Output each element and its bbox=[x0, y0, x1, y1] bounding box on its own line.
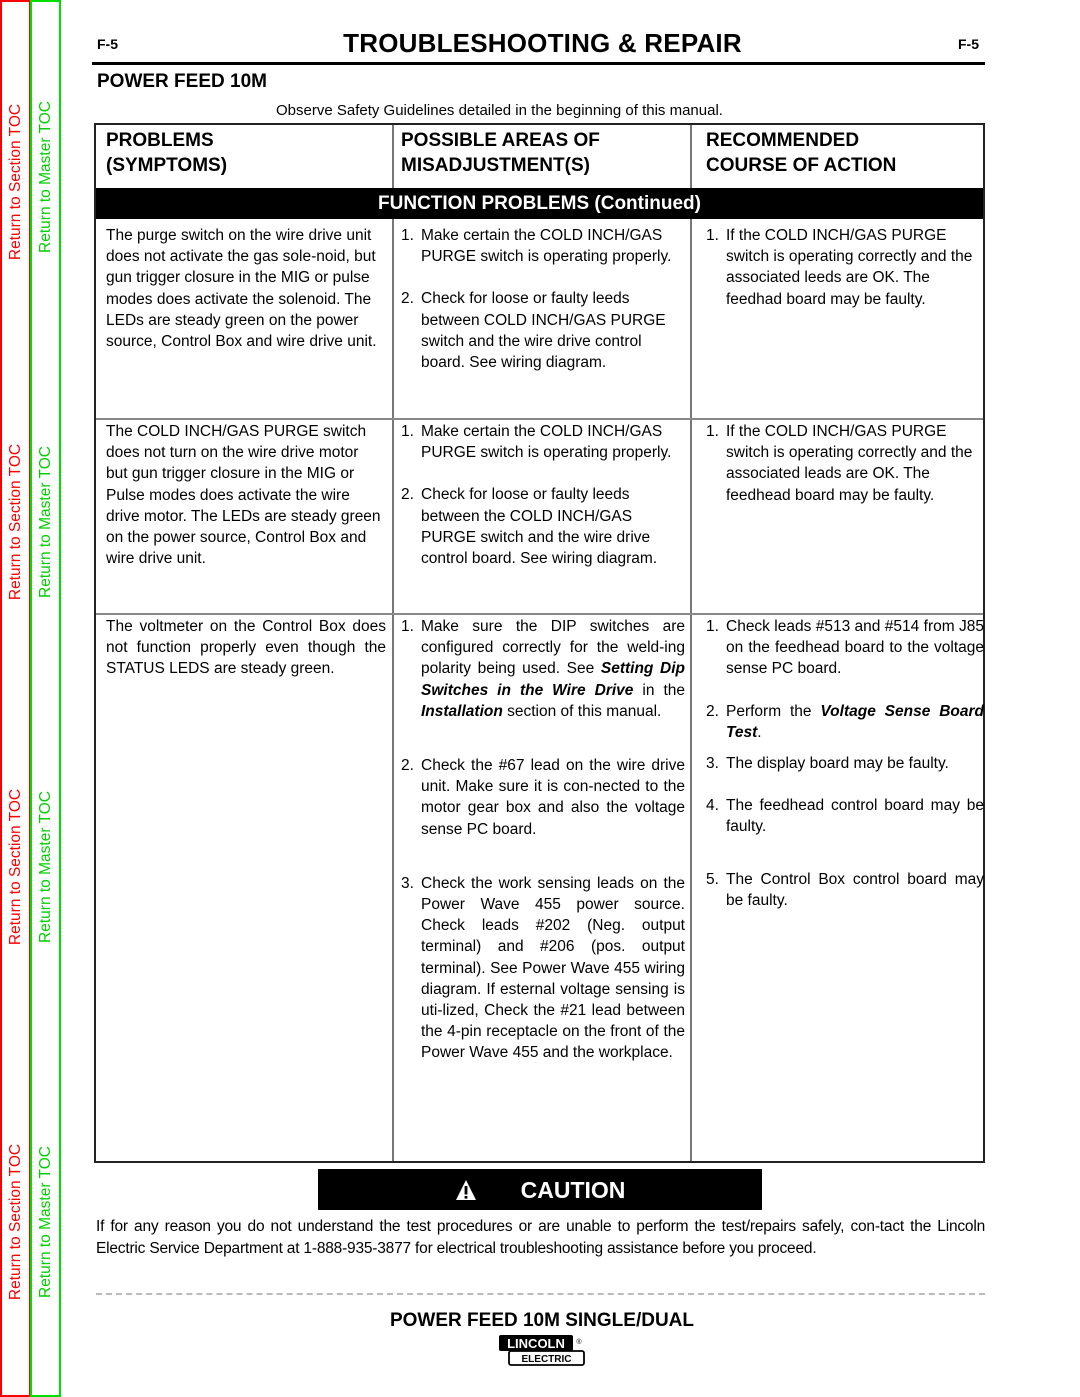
list-item: 1. Check leads #513 and #514 from J85 on … bbox=[706, 618, 984, 678]
lincoln-electric-logo: LINCOLN ® ELECTRIC bbox=[499, 1335, 585, 1366]
causes-cell: 1. Make sure the DIP switches are config… bbox=[401, 616, 685, 1064]
return-to-master-toc-link[interactable]: Return to Master TOC bbox=[37, 446, 55, 598]
actions-cell: 1. Check leads #513 and #514 from J85 on … bbox=[706, 616, 984, 911]
actions-cell: 1. If the COLD INCH/GAS PURGE switch is o… bbox=[706, 421, 982, 506]
logo-bottom-text: ELECTRIC bbox=[522, 1354, 572, 1365]
caution-banner: CAUTION bbox=[318, 1169, 762, 1210]
section-subtitle: POWER FEED 10M bbox=[97, 71, 267, 92]
caution-note: If for any reason you do not understand … bbox=[96, 1218, 985, 1257]
column-header-possible-areas: POSSIBLE AREAS OF MISADJUSTMENT(S) bbox=[401, 130, 600, 176]
list-item: 2. Perform the Voltage Sense Board Test. bbox=[706, 702, 984, 741]
problem-cell: The COLD INCH/GAS PURGE switch does not … bbox=[106, 423, 381, 568]
page-title: TROUBLESHOOTING & REPAIR bbox=[343, 28, 742, 58]
return-to-master-toc-link[interactable]: Return to Master TOC bbox=[37, 791, 55, 943]
return-to-section-toc-link[interactable]: Return to Section TOC bbox=[7, 1144, 25, 1300]
list-item: 1. Make certain the COLD INCH/GAS PURGE s… bbox=[401, 423, 672, 462]
warning-triangle-icon bbox=[455, 1179, 476, 1200]
list-item: 3. Check the work sensing leads on the Po… bbox=[401, 874, 685, 1062]
list-item: 4. The feedhead control board may be faul… bbox=[706, 797, 984, 836]
return-to-section-toc-link[interactable]: Return to Section TOC bbox=[7, 104, 25, 260]
master-toc-bar: Return to Master TOC Return to Master TO… bbox=[30, 0, 61, 1397]
footer-title: POWER FEED 10M SINGLE/DUAL bbox=[389, 1310, 695, 1331]
column-divider bbox=[690, 125, 692, 1161]
footer-divider bbox=[96, 1293, 985, 1295]
safety-note: Observe Safety Guidelines detailed in th… bbox=[276, 102, 723, 119]
problem-cell: The purge switch on the wire drive unit … bbox=[106, 227, 377, 351]
actions-cell: 1. If the COLD INCH/GAS PURGE switch is o… bbox=[706, 225, 982, 310]
row-divider bbox=[96, 613, 983, 615]
caution-label: CAUTION bbox=[520, 1177, 626, 1203]
list-item: 1. Make certain the COLD INCH/GAS PURGE s… bbox=[401, 227, 672, 266]
return-to-master-toc-link[interactable]: Return to Master TOC bbox=[37, 1146, 55, 1298]
list-item: 2. Check for loose or faulty leeds betwee… bbox=[401, 290, 666, 372]
list-item: 1. If the COLD INCH/GAS PURGE switch is o… bbox=[706, 227, 973, 308]
list-item: 1. If the COLD INCH/GAS PURGE switch is o… bbox=[706, 423, 973, 504]
return-to-master-toc-link[interactable]: Return to Master TOC bbox=[37, 101, 55, 253]
troubleshooting-table: PROBLEMS (SYMPTOMS) POSSIBLE AREAS OF MI… bbox=[94, 123, 985, 1163]
manual-reference-link[interactable]: Installation bbox=[421, 703, 503, 720]
return-to-section-toc-link[interactable]: Return to Section TOC bbox=[7, 789, 25, 945]
list-item: 1. Make sure the DIP switches are config… bbox=[401, 618, 685, 720]
logo-top-text: LINCOLN bbox=[507, 1336, 565, 1351]
list-item: 2. Check the #67 lead on the wire drive u… bbox=[401, 757, 685, 838]
list-item: 5. The Control Box control board may be f… bbox=[706, 870, 984, 909]
causes-cell: 1. Make certain the COLD INCH/GAS PURGE s… bbox=[401, 421, 685, 569]
return-to-section-toc-link[interactable]: Return to Section TOC bbox=[7, 444, 25, 600]
section-toc-bar: Return to Section TOC Return to Section … bbox=[0, 0, 31, 1397]
list-item: 3. The display board may be faulty. bbox=[706, 755, 949, 773]
column-header-problems: PROBLEMS (SYMPTOMS) bbox=[106, 130, 228, 176]
title-divider bbox=[92, 62, 985, 65]
section-band-title: FUNCTION PROBLEMS (Continued) bbox=[96, 188, 983, 219]
registered-mark: ® bbox=[576, 1338, 582, 1346]
problem-cell: The voltmeter on the Control Box does no… bbox=[106, 618, 386, 678]
row-divider bbox=[96, 418, 983, 420]
page-number-right: F-5 bbox=[958, 36, 979, 52]
list-item: 2. Check for loose or faulty leeds betwee… bbox=[401, 486, 658, 568]
column-divider bbox=[392, 125, 394, 1161]
column-header-recommended-action: RECOMMENDED COURSE OF ACTION bbox=[706, 130, 897, 176]
causes-cell: 1. Make certain the COLD INCH/GAS PURGE s… bbox=[401, 225, 685, 373]
